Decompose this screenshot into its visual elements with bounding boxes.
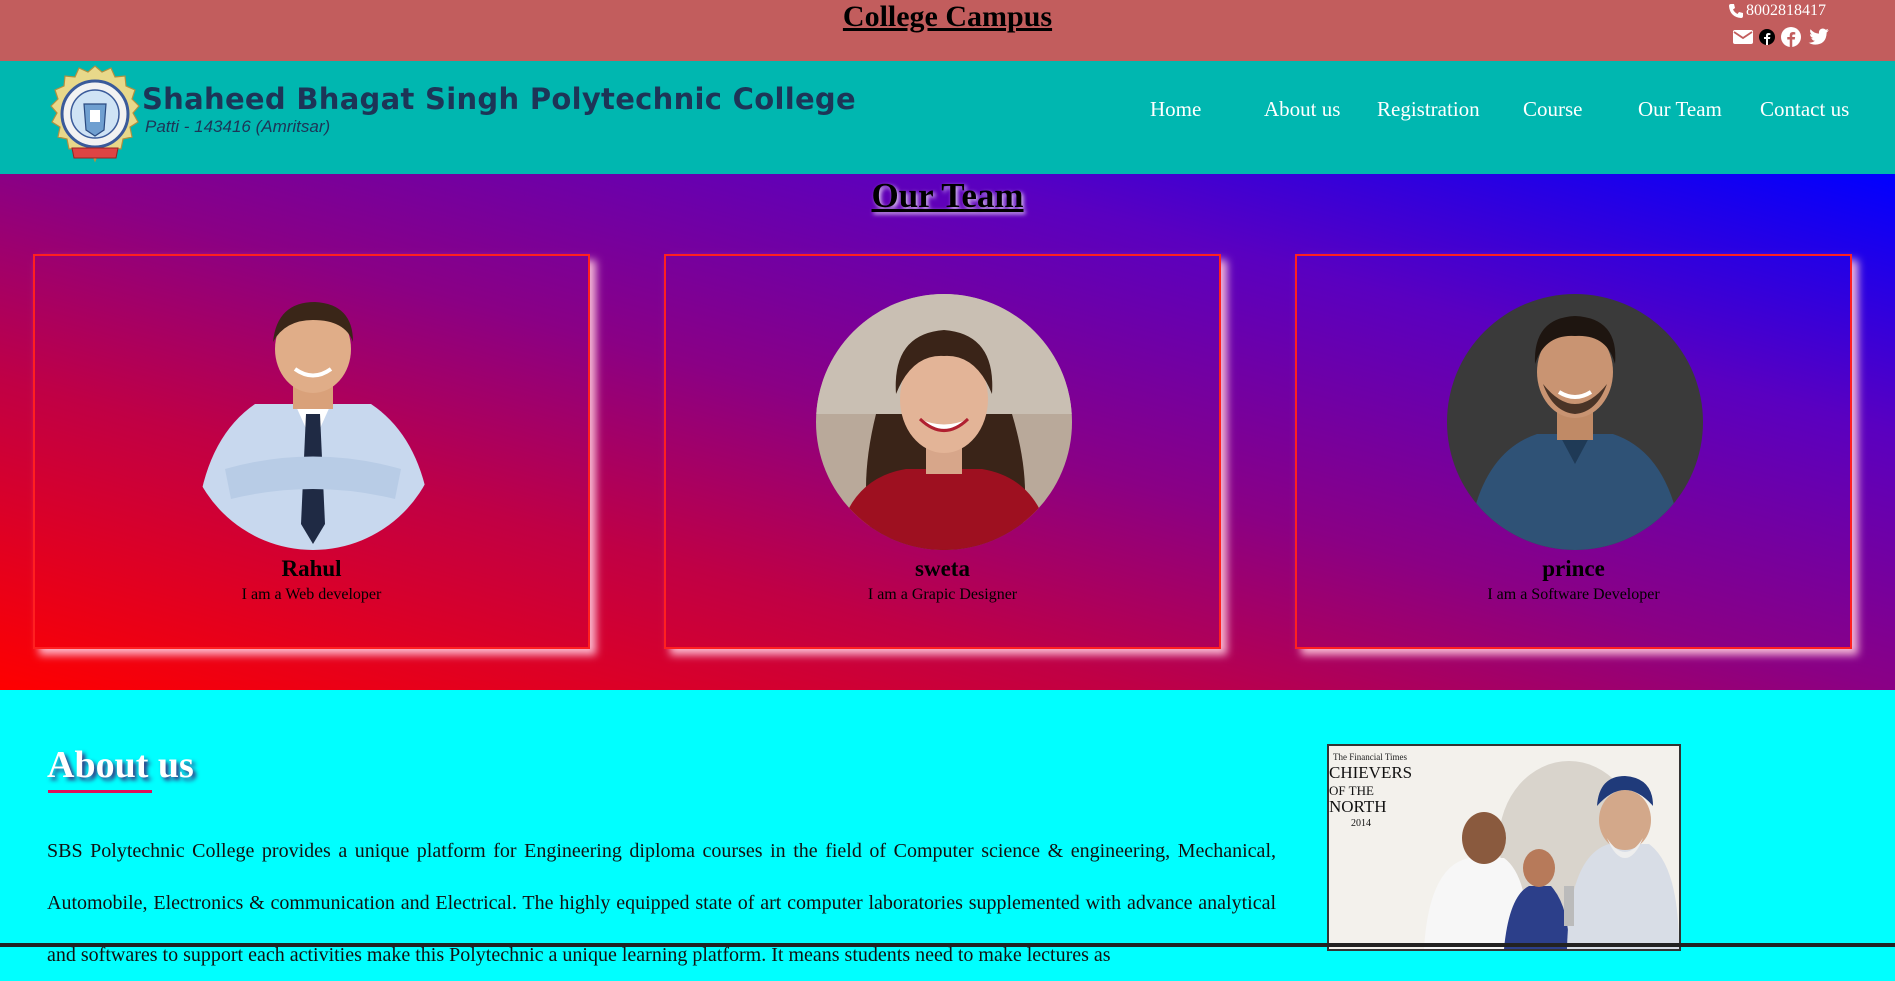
member-role: I am a Grapic Designer (867, 586, 1018, 603)
facebook-icon[interactable] (1781, 27, 1801, 47)
about-heading-underline (48, 790, 152, 793)
mail-icon[interactable] (1733, 29, 1753, 45)
member-name: prince (1542, 556, 1605, 581)
member-role: I am a Software Developer (1487, 586, 1660, 603)
team-card-rahul: Rahul I am a Web developer (33, 254, 590, 649)
team-card-prince: prince I am a Software Developer (1295, 254, 1852, 649)
photo-caption-line: The Financial Times (1333, 752, 1407, 762)
nav-registration[interactable]: Registration (1377, 97, 1480, 122)
college-name: Shaheed Bhagat Singh Polytechnic College (142, 82, 856, 116)
college-logo-emblem[interactable] (48, 64, 142, 166)
photo-caption-line: OF THE (1329, 783, 1374, 798)
member-photo-prince (1447, 294, 1703, 550)
about-text: SBS Polytechnic College provides a uniqu… (47, 840, 1276, 966)
member-photo-rahul (185, 294, 441, 550)
about-heading: About us (47, 744, 194, 786)
contact-box: 8002818417 (1728, 1, 1829, 47)
nav-course[interactable]: Course (1523, 97, 1583, 122)
nav-contact-us[interactable]: Contact us (1760, 97, 1849, 122)
member-role: I am a Web developer (241, 586, 382, 603)
phone-icon (1729, 4, 1743, 18)
member-photo-sweta (816, 294, 1072, 550)
college-location: Patti - 143416 (Amritsar) (145, 117, 331, 136)
about-photo: The Financial Times CHIEVERS OF THE NORT… (1327, 744, 1681, 951)
phone-row[interactable]: 8002818417 (1728, 1, 1829, 21)
photo-caption-line: NORTH (1329, 797, 1387, 816)
nav-home[interactable]: Home (1150, 97, 1201, 122)
campus-title: College Campus (842, 0, 1053, 33)
photo-caption-line: CHIEVERS (1329, 763, 1412, 782)
member-name: Rahul (281, 556, 342, 581)
team-card-sweta: sweta I am a Grapic Designer (664, 254, 1221, 649)
twitter-icon[interactable] (1807, 28, 1829, 46)
photo-caption-line: 2014 (1351, 818, 1371, 829)
social-icons (1733, 27, 1829, 47)
nav-about-us[interactable]: About us (1264, 97, 1340, 122)
member-name: sweta (915, 556, 970, 581)
nav-our-team[interactable]: Our Team (1638, 97, 1722, 122)
team-heading: Our Team (871, 176, 1024, 215)
phone-number: 8002818417 (1746, 2, 1826, 19)
page-bottom-border (0, 943, 1895, 947)
facebook-small-icon[interactable] (1759, 29, 1775, 45)
